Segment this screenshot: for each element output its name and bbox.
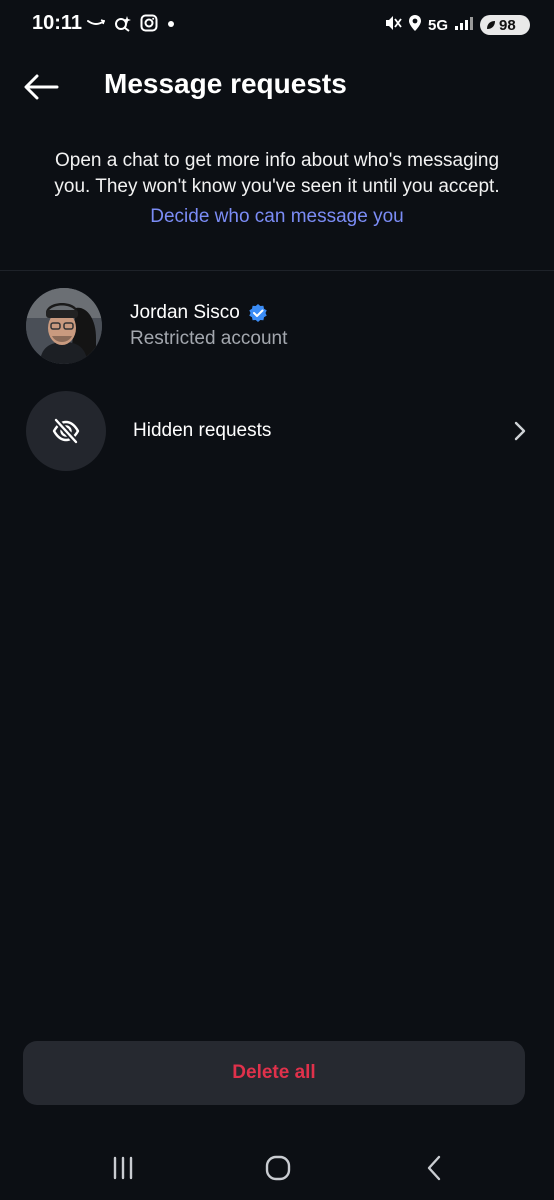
eye-off-icon — [52, 417, 80, 445]
status-bar: 10:11 5G 98 — [0, 0, 554, 50]
message-controls-link[interactable]: Decide who can message you — [150, 206, 403, 228]
back-icon — [427, 1155, 441, 1181]
status-left-icons — [86, 14, 176, 36]
hidden-requests-label: Hidden requests — [133, 420, 272, 441]
avatar — [26, 288, 102, 364]
back-button[interactable] — [20, 66, 62, 108]
assistant-icon — [114, 14, 132, 37]
divider — [0, 270, 554, 271]
instagram-icon — [140, 14, 158, 37]
battery-icon — [487, 21, 495, 29]
request-row[interactable]: Jordan Sisco Restricted account — [0, 288, 554, 364]
home-icon — [265, 1155, 291, 1181]
battery-level: 98 — [499, 16, 516, 34]
info-section: Open a chat to get more info about who's… — [40, 148, 514, 228]
status-time: 10:11 — [32, 12, 83, 34]
amazon-smile-icon — [86, 16, 106, 35]
hidden-requests-row[interactable]: Hidden requests — [0, 391, 554, 471]
chevron-right-icon — [514, 421, 526, 441]
signal-icon — [454, 15, 474, 36]
navigation-bar — [0, 1140, 554, 1196]
page-title: Message requests — [104, 68, 347, 99]
status-right-icons: 5G 98 — [384, 14, 530, 36]
network-label: 5G — [427, 16, 448, 34]
home-button[interactable] — [256, 1152, 300, 1184]
info-text: Open a chat to get more info about who's… — [54, 150, 500, 197]
delete-all-button[interactable]: Delete all — [23, 1041, 525, 1105]
request-name: Jordan Sisco — [130, 302, 268, 324]
battery-indicator: 98 — [480, 15, 530, 35]
arrow-left-icon — [24, 74, 59, 100]
mute-icon — [384, 14, 402, 37]
request-name-text: Jordan Sisco — [130, 302, 240, 323]
recent-apps-icon — [113, 1156, 133, 1180]
request-subtitle: Restricted account — [130, 328, 288, 349]
location-icon — [408, 14, 422, 37]
system-back-button[interactable] — [412, 1152, 456, 1184]
verified-badge-icon — [249, 304, 267, 322]
recent-apps-button[interactable] — [101, 1152, 145, 1184]
hidden-icon-container — [26, 391, 106, 471]
dot-icon — [166, 16, 176, 34]
header: Message requests — [0, 58, 554, 114]
